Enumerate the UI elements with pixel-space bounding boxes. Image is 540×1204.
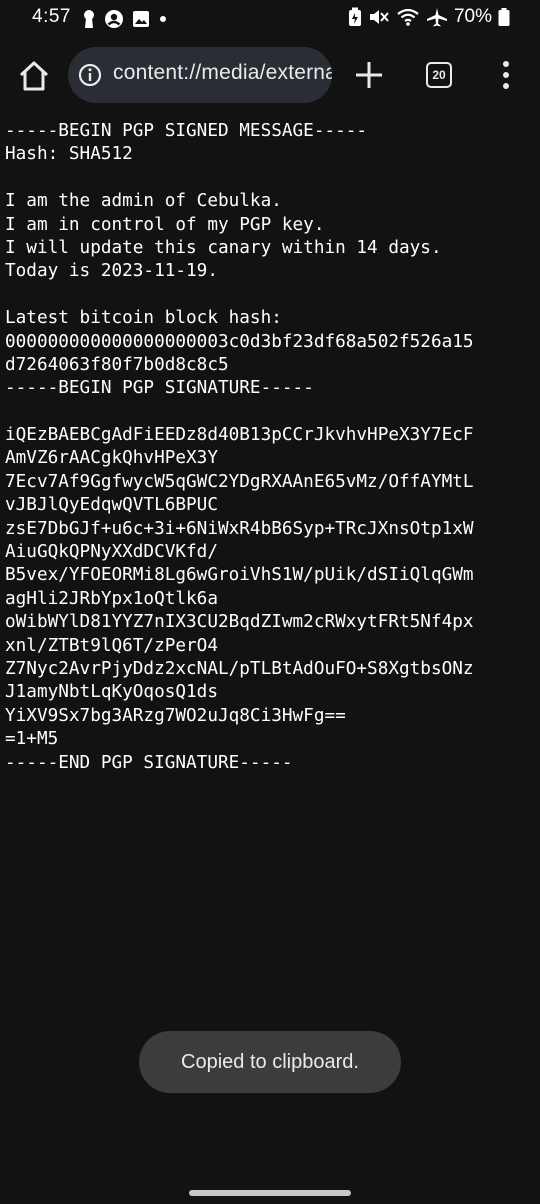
status-bar: 4:57 70% [0, 0, 540, 36]
url-text[interactable]: content://media/external/downloads [113, 61, 332, 85]
document-line: AmVZ6rAACgkQhvHPeX3Y [5, 448, 218, 469]
keyhole-icon [84, 10, 94, 28]
airplane-icon [426, 8, 447, 27]
document-line: -----END PGP SIGNATURE----- [5, 752, 293, 773]
battery-saver-icon [348, 7, 361, 26]
document-line: oWibWYlD81YYZ7nIX3CU2BqdZIwm2cRWxytFRt5N… [5, 612, 474, 633]
wifi-icon [397, 8, 419, 26]
address-bar[interactable]: content://media/external/downloads [68, 47, 332, 103]
document-line: d7264063f80f7b0d8c8c5 [5, 354, 229, 375]
document-line: iQEzBAEBCgAdFiEEDz8d40B13pCCrJkvhvHPeX3Y… [5, 425, 474, 446]
document-line: Latest bitcoin block hash: [5, 308, 282, 329]
gesture-navigation-bar[interactable] [189, 1190, 351, 1196]
document-line: xnl/ZTBt9lQ6T/zPerO4 [5, 635, 218, 656]
document-line: zsE7DbGJf+u6c+3i+6NiWxR4bB6Syp+TRcJXnsOt… [5, 518, 474, 539]
document-text: -----BEGIN PGP SIGNED MESSAGE----- Hash: … [5, 120, 537, 775]
document-line: J1amyNbtLqKyOqosQ1ds [5, 682, 218, 703]
browser-toolbar: content://media/external/downloads 20 [0, 38, 540, 112]
document-line: Z7Nyc2AvrPjyDdz2xcNAL/pTLBtAdOuFO+S8Xgtb… [5, 658, 474, 679]
mute-icon [369, 10, 389, 24]
status-time: 4:57 [32, 6, 71, 27]
home-icon[interactable] [16, 58, 52, 94]
image-icon [133, 11, 149, 27]
toast-message: Copied to clipboard. [139, 1031, 401, 1093]
tab-switcher-button[interactable]: 20 [426, 62, 452, 88]
info-icon[interactable] [78, 63, 102, 87]
more-options-icon[interactable] [496, 60, 516, 90]
document-line: I am in control of my PGP key. [5, 214, 325, 235]
battery-icon [498, 8, 510, 26]
document-line: -----BEGIN PGP SIGNATURE----- [5, 378, 314, 399]
document-line: vJBJlQyEdqwQVTL6BPUC [5, 495, 218, 516]
document-line: agHli2JRbYpx1oQtlk6a [5, 588, 218, 609]
dot-icon [160, 16, 166, 22]
document-line: AiuGQkQPNyXXdDCVKfd/ [5, 542, 218, 563]
document-line: 000000000000000000003c0d3bf23df68a502f52… [5, 331, 474, 352]
document-line: B5vex/YFOEORMi8Lg6wGroiVhS1W/pUik/dSIiQl… [5, 565, 474, 586]
battery-percent: 70% [453, 6, 492, 27]
account-icon [105, 10, 123, 28]
document-line: =1+M5 [5, 729, 59, 750]
status-right-icons: 70% [348, 6, 510, 28]
document-line: -----BEGIN PGP SIGNED MESSAGE----- [5, 121, 368, 141]
document-line: I am the admin of Cebulka. [5, 191, 282, 212]
document-line: Hash: SHA512 [5, 144, 133, 165]
document-line: I will update this canary within 14 days… [5, 237, 442, 258]
new-tab-icon[interactable] [352, 58, 386, 92]
document-line: YiXV9Sx7bg3ARzg7WO2uJq8Ci3HwFg== [5, 705, 346, 726]
document-line: Today is 2023-11-19. [5, 261, 218, 282]
status-left-icons [82, 9, 168, 29]
document-line: 7Ecv7Af9GgfwycW5qGWC2YDgRXAAnE65vMz/OffA… [5, 471, 474, 492]
